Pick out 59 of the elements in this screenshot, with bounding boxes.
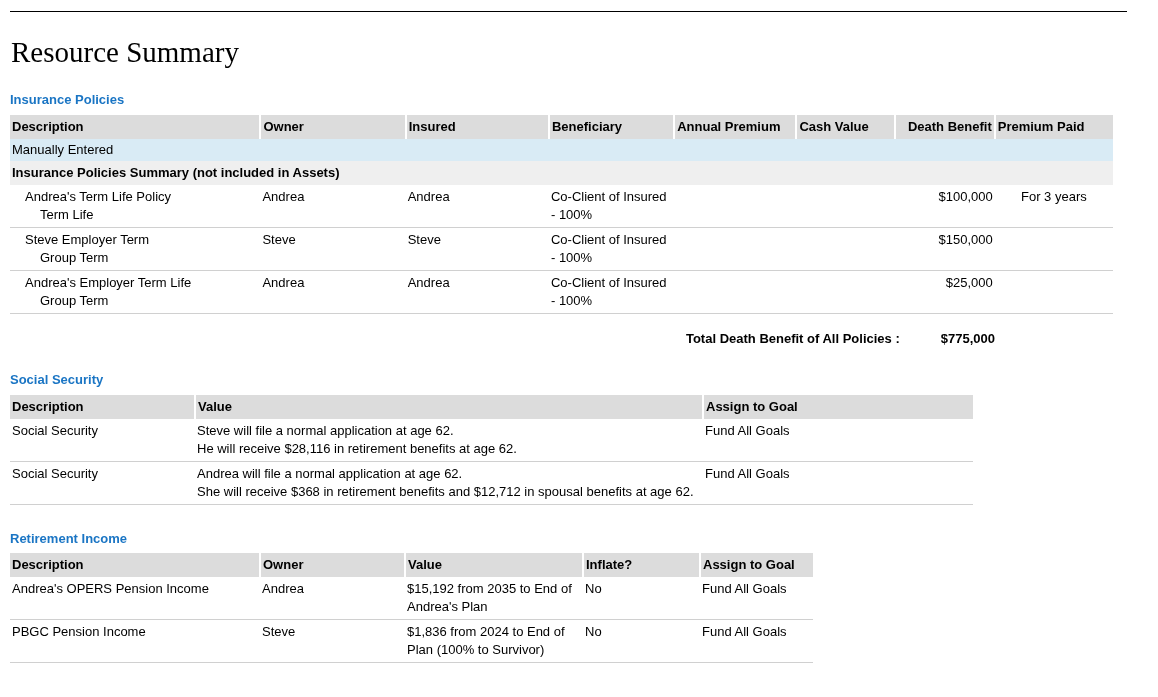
table-cell: $100,000	[938, 188, 993, 204]
column-header: Insured	[405, 114, 549, 139]
table-cell: Steve	[262, 624, 296, 639]
section-heading: Retirement Income	[10, 529, 128, 548]
table-cell-text: $1,836 from 2024 to End of Plan (100% to Survivor)	[407, 623, 566, 659]
table-cell: Fund All Goals	[702, 624, 787, 639]
column-header: Description	[10, 553, 260, 577]
total-label: Total Death Benefit of All Policies :	[685, 329, 900, 348]
table-cell: No	[585, 581, 602, 596]
column-header: Owner	[260, 114, 406, 139]
total-value: $775,000	[940, 329, 995, 348]
policy-name: Steve Employer Term	[25, 230, 150, 249]
table-cell: PBGC Pension Income	[12, 624, 146, 639]
column-header: Cash Value	[796, 114, 895, 139]
table-cell: For 3 years	[1021, 188, 1087, 204]
policy-type: Group Term	[39, 248, 109, 267]
table-cell-text: Steve will file a normal application at age 62. He will receive $28,116 in retirement benefits at age 62.	[197, 421, 518, 458]
table-cell: Andrea	[407, 274, 450, 290]
table-cell: Co-Client of Insured - 100%	[550, 230, 667, 267]
policy-name: Andrea's Employer Term Life	[25, 273, 192, 292]
table-cell: Fund All Goals	[705, 422, 790, 438]
table-cell: Steve	[407, 231, 441, 247]
table-cell: Andrea's OPERS Pension Income	[12, 581, 209, 596]
column-header: Premium Paid	[994, 114, 1113, 139]
summary-row: Insurance Policies Summary (not included in Assets)	[10, 160, 1113, 185]
table-cell: Co-Client of Insured - 100%	[550, 273, 667, 310]
column-header: Death Benefit	[894, 114, 995, 139]
policy-type: Group Term	[39, 291, 109, 310]
page-title: Resource Summary	[11, 35, 239, 70]
table-cell: Andrea	[262, 581, 304, 596]
policy-type: Term Life	[39, 205, 94, 224]
table-cell-text: $15,192 from 2035 to End of Andrea's Plan	[407, 580, 573, 616]
table-cell: Andrea will file a normal application at age 62. She will receive $368 in retirement benefits and $12,712 in spousal benefits at age 62.	[197, 464, 695, 501]
table-cell: $25,000	[945, 274, 993, 290]
table-cell: Social Security	[12, 465, 98, 481]
group-row: Manually Entered	[10, 138, 1113, 161]
column-header: Value	[405, 553, 583, 577]
table-cell: No	[585, 624, 602, 639]
section-heading: Social Security	[10, 371, 104, 389]
column-header: Annual Premium	[674, 114, 797, 139]
section-heading: Insurance Policies	[10, 91, 125, 109]
table-cell: Andrea	[407, 188, 450, 204]
table-cell: Fund All Goals	[705, 465, 790, 481]
table-cell: Steve	[262, 231, 296, 247]
table-cell: Andrea	[262, 188, 305, 204]
column-header: Owner	[260, 553, 405, 577]
column-header: Assign to Goal	[703, 394, 973, 419]
column-header: Assign to Goal	[700, 553, 813, 577]
table-cell: Fund All Goals	[702, 581, 787, 596]
column-header: Beneficiary	[548, 114, 675, 139]
table-cell: Andrea	[262, 274, 305, 290]
table-cell: Co-Client of Insured - 100%	[550, 187, 667, 224]
column-header: Description	[10, 394, 195, 419]
column-header: Value	[195, 394, 703, 419]
column-header: Description	[10, 114, 261, 139]
policy-name: Andrea's Term Life Policy	[25, 187, 172, 206]
column-header: Inflate?	[583, 553, 700, 577]
table-cell: Social Security	[12, 422, 98, 438]
table-cell: $150,000	[938, 231, 993, 247]
